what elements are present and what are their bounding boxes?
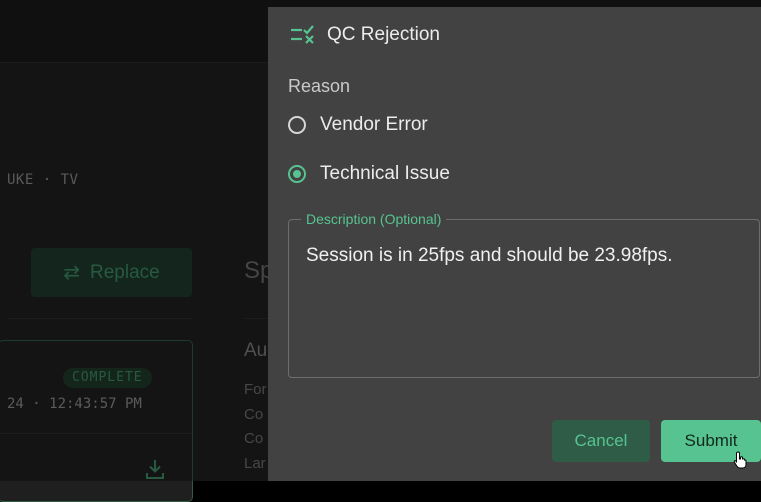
dialog-title: QC Rejection (327, 24, 440, 45)
radio-option-technical-issue[interactable]: Technical Issue (288, 163, 450, 185)
radio-label: Vendor Error (320, 114, 428, 135)
reason-label: Reason (288, 76, 351, 96)
radio-button-checked[interactable] (288, 165, 306, 183)
description-field[interactable]: Description (Optional) Session is in 25f… (288, 211, 760, 378)
hand-cursor-icon (733, 451, 747, 469)
radio-option-vendor-error[interactable]: Vendor Error (288, 114, 428, 136)
dialog-header: QC Rejection (290, 24, 440, 46)
radio-label: Technical Issue (320, 163, 450, 184)
description-input[interactable]: Session is in 25fps and should be 23.98f… (306, 244, 749, 268)
checklist-reject-icon (291, 25, 314, 44)
description-legend: Description (Optional) (301, 211, 447, 227)
radio-button[interactable] (288, 116, 306, 134)
qc-rejection-dialog: QC Rejection Reason Vendor Error Technic… (268, 7, 761, 481)
cancel-button[interactable]: Cancel (552, 420, 650, 462)
